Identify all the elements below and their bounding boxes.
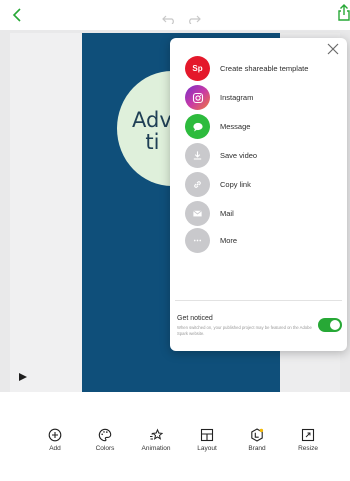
brand-icon <box>251 428 264 442</box>
share-item-label: Create shareable template <box>220 64 309 73</box>
play-icon[interactable] <box>18 372 28 382</box>
instagram-icon <box>185 85 210 110</box>
get-noticed-description: When switched on, your published project… <box>177 325 312 336</box>
message-icon <box>185 114 210 139</box>
share-item-mail[interactable]: Mail <box>185 201 345 226</box>
share-item-copy-link[interactable]: Copy link <box>185 172 345 197</box>
layout-icon <box>200 428 214 442</box>
add-icon <box>48 428 62 442</box>
share-panel-divider <box>175 300 342 301</box>
chevron-left-icon[interactable] <box>10 7 24 23</box>
share-item-label: Save video <box>220 151 258 160</box>
palette-icon <box>98 428 112 442</box>
get-noticed-title: Get noticed <box>177 315 213 322</box>
tool-resize-label: Resize <box>298 445 318 452</box>
toggle-knob <box>330 320 340 330</box>
share-icon[interactable] <box>337 4 350 22</box>
tool-resize[interactable]: Resize <box>284 428 332 452</box>
share-item-label: Message <box>220 122 251 131</box>
share-item-instagram[interactable]: Instagram <box>185 85 345 110</box>
share-item-create-template[interactable]: Sp Create shareable template <box>185 56 345 81</box>
spark-logo-icon: Sp <box>185 56 210 81</box>
tool-animation-label: Animation <box>141 445 171 452</box>
tool-brand[interactable]: Brand <box>233 428 281 452</box>
tool-layout[interactable]: Layout <box>183 428 231 452</box>
animation-icon <box>150 428 163 440</box>
tool-add[interactable]: Add <box>31 428 79 452</box>
previous-page-preview[interactable] <box>10 33 82 392</box>
mail-icon <box>185 201 210 226</box>
tool-layout-label: Layout <box>197 445 217 452</box>
download-icon <box>185 143 210 168</box>
share-item-label: Mail <box>220 209 234 218</box>
share-item-save-video[interactable]: Save video <box>185 143 345 168</box>
close-icon[interactable] <box>327 43 339 55</box>
share-item-label: More <box>220 236 238 245</box>
tool-animation[interactable]: Animation <box>132 428 180 452</box>
tool-colors[interactable]: Colors <box>81 428 129 452</box>
bottom-toolbar: Add Colors Animation Layout Brand Resize <box>0 392 350 481</box>
share-popover: Sp Create shareable template Instagram M… <box>170 38 347 351</box>
resize-icon <box>301 428 315 442</box>
more-icon <box>185 228 210 253</box>
share-item-message[interactable]: Message <box>185 114 345 139</box>
get-noticed-toggle[interactable] <box>318 318 342 332</box>
share-item-label: Instagram <box>220 93 254 102</box>
tool-brand-label: Brand <box>248 445 266 452</box>
share-item-more[interactable]: More <box>185 228 345 253</box>
tool-colors-label: Colors <box>95 445 115 452</box>
top-toolbar <box>0 0 350 30</box>
link-icon <box>185 172 210 197</box>
undo-icon[interactable] <box>162 14 176 24</box>
share-item-label: Copy link <box>220 180 251 189</box>
tool-add-label: Add <box>49 445 61 452</box>
redo-icon[interactable] <box>187 14 201 24</box>
